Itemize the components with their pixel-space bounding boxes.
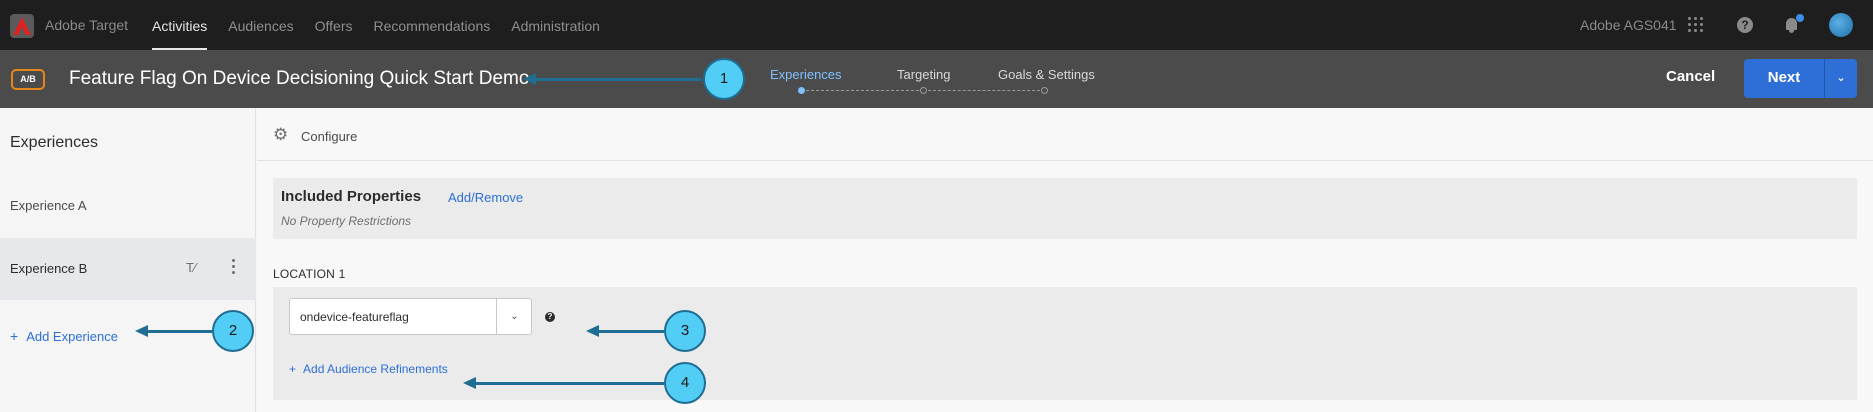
add-audience-refinements-label: Add Audience Refinements	[303, 362, 448, 376]
text-format-icon[interactable]: T⁄	[186, 260, 196, 275]
next-button-label[interactable]: Next	[1744, 69, 1824, 86]
app-switcher-icon[interactable]	[1688, 17, 1704, 33]
step-experiences[interactable]: Experiences	[770, 67, 842, 82]
step-goals-dot	[1041, 87, 1048, 94]
plus-icon: +	[289, 362, 297, 376]
step-connector	[806, 90, 919, 91]
experiences-sidebar: Experiences Experience A Experience B T⁄…	[0, 108, 256, 412]
callout-4: 4	[664, 362, 706, 404]
callout-2: 2	[212, 310, 254, 352]
help-icon[interactable]: ?	[1737, 17, 1753, 33]
experience-item-b[interactable]: Experience B T⁄	[0, 238, 256, 300]
gear-icon[interactable]: ⚙	[273, 126, 289, 143]
location-label: LOCATION 1	[273, 267, 346, 281]
step-targeting[interactable]: Targeting	[897, 67, 950, 82]
configure-label[interactable]: Configure	[301, 129, 357, 144]
mbox-value[interactable]: ondevice-featureflag	[300, 310, 409, 324]
experience-label: Experience B	[10, 261, 88, 276]
step-targeting-dot	[920, 87, 927, 94]
org-switcher[interactable]: Adobe AGS041	[1580, 17, 1677, 33]
nav-audiences[interactable]: Audiences	[228, 0, 293, 50]
adobe-logo-icon[interactable]	[10, 14, 34, 38]
nav-recommendations[interactable]: Recommendations	[374, 0, 491, 50]
nav-activities[interactable]: Activities	[152, 0, 208, 50]
property-restrictions-note: No Property Restrictions	[281, 214, 412, 228]
global-header: Adobe Target Activities Audiences Offers…	[0, 0, 1873, 50]
callout-arrow	[463, 377, 664, 389]
product-name[interactable]: Adobe Target	[45, 17, 128, 33]
callout-arrow	[586, 325, 664, 337]
nav-offers[interactable]: Offers	[315, 0, 353, 50]
more-options-icon[interactable]	[232, 259, 236, 275]
step-experiences-dot	[798, 87, 805, 94]
step-goals-settings[interactable]: Goals & Settings	[998, 67, 1095, 82]
mbox-select[interactable]: ondevice-featureflag ⌄	[289, 298, 532, 335]
activity-header: A/B Feature Flag On Device Decisioning Q…	[0, 50, 1873, 108]
main-nav: Activities Audiences Offers Recommendati…	[152, 0, 621, 50]
callout-arrow	[523, 73, 702, 85]
chevron-down-icon[interactable]: ⌄	[496, 299, 532, 334]
main-content: ⚙ Configure Included Properties Add/Remo…	[257, 108, 1873, 412]
callout-3: 3	[664, 310, 706, 352]
help-icon[interactable]: ?	[545, 312, 555, 322]
chevron-down-icon[interactable]: ⌄	[1825, 59, 1857, 98]
callout-1: 1	[703, 58, 745, 100]
activity-title[interactable]: Feature Flag On Device Decisioning Quick…	[69, 68, 529, 90]
included-properties-heading: Included Properties	[281, 188, 422, 205]
add-audience-refinements-button[interactable]: + Add Audience Refinements	[289, 362, 448, 376]
cancel-button[interactable]: Cancel	[1666, 68, 1715, 85]
next-button[interactable]: Next ⌄	[1744, 59, 1857, 98]
notification-badge	[1796, 14, 1804, 22]
sidebar-title: Experiences	[10, 134, 99, 151]
included-properties-panel: Included Properties Add/Remove No Proper…	[273, 178, 1857, 239]
plus-icon: +	[10, 328, 19, 344]
nav-administration[interactable]: Administration	[511, 0, 600, 50]
configure-bar: ⚙ Configure	[257, 108, 1873, 161]
add-remove-link[interactable]: Add/Remove	[448, 190, 523, 205]
experience-item-a[interactable]: Experience A	[0, 175, 256, 237]
user-avatar[interactable]	[1829, 13, 1853, 37]
add-experience-label: Add Experience	[26, 329, 118, 344]
activity-type-badge: A/B	[11, 69, 45, 90]
callout-arrow	[135, 325, 212, 337]
add-experience-button[interactable]: + Add Experience	[10, 328, 118, 344]
experience-label: Experience A	[10, 198, 87, 213]
step-connector	[928, 90, 1040, 91]
